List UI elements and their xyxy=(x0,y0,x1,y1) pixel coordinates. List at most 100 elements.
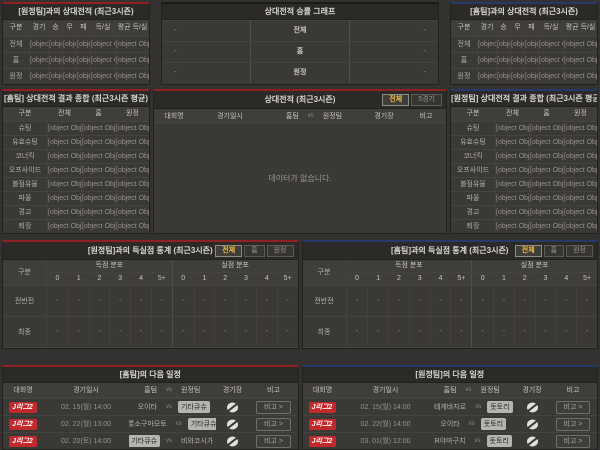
col-header-away: 원정팀 xyxy=(181,387,201,394)
league-badge: J리그2 xyxy=(9,401,37,413)
stat-cell: [object Object] xyxy=(29,69,48,84)
stat-cell: [object Object] xyxy=(563,206,597,219)
stat-cell: [object Object] xyxy=(115,122,149,135)
table-row: 오프사이드 [object Object][object Object][obj… xyxy=(451,163,597,177)
stat-cell: [object Object] xyxy=(524,53,538,68)
stat-cell: - xyxy=(150,286,172,316)
stat-cell: [object Object] xyxy=(495,192,529,205)
league-cell: J리그2 xyxy=(303,418,343,430)
schedule-row: J리그2 02. 15(월) 14:00 테게바자로 vs 돗토리 비고 > xyxy=(302,398,597,415)
row-label: 퇴장 xyxy=(18,223,32,230)
panel-goals-vs-home: [홈팀]과의 득실점 통계 (최근3시즌) 전체 홈 원정 구분 전반전 최종 xyxy=(301,240,598,349)
vs-label: vs xyxy=(307,113,314,119)
table-header-row: 구분 경기 승 무 패 득/실 평균 득/실 xyxy=(3,20,149,36)
col-header: 3 xyxy=(235,273,256,285)
stat-cell: [object Object] xyxy=(524,37,538,52)
vs-label: vs xyxy=(166,387,173,393)
col-header: 3 xyxy=(408,273,430,285)
stat-cell: [object Object] xyxy=(495,122,529,135)
stat-cell: - xyxy=(255,317,277,347)
teams-cell: 오이타 vs 돗토리 xyxy=(429,418,516,430)
home-team-name: 기타큐슈 xyxy=(129,435,161,447)
home-team-name: R야마구치 xyxy=(434,438,466,445)
row-label: 퇴장 xyxy=(466,223,480,230)
league-cell: J리그2 xyxy=(3,435,43,447)
row-summaries: [홈팀] 상대전적 결과 종합 (최근3시즌 평균) 구분 전체 홈 원정 슈팅 [o… xyxy=(2,89,598,234)
stat-cell: - xyxy=(534,286,556,316)
away-team-name: 돗토리 xyxy=(480,418,507,430)
note-button[interactable]: 비고 > xyxy=(256,434,291,448)
note-button[interactable]: 비고 > xyxy=(555,417,591,431)
scope-tab[interactable]: 전체 xyxy=(382,94,410,106)
col-header: 패 xyxy=(76,20,90,36)
stat-cell: [object Object] xyxy=(495,136,529,149)
stat-cell: [object Object] xyxy=(62,37,76,52)
stat-cell: - xyxy=(56,328,59,335)
table-row: 경고 [object Object][object Object][object… xyxy=(3,205,149,219)
col-header: 5+ xyxy=(450,273,471,285)
stat-cell: [object Object] xyxy=(495,220,529,233)
distribution-columns: 득점 분포 실점 분포 0 1 2 3 4 5+ 0 1 2 3 4 5+ ------ xyxy=(346,260,597,348)
scope-tab[interactable]: 원정 xyxy=(566,245,593,257)
scored-cells: ------ xyxy=(347,286,472,316)
stat-cell: - xyxy=(576,286,597,316)
row-label: 전체 xyxy=(9,41,23,48)
stat-cell: [object Object] xyxy=(76,37,90,52)
stat-cell: [object Object] xyxy=(563,150,597,163)
row-label: 코너킥 xyxy=(463,153,483,160)
schedule-header: 대회명 경기일시 홈팀 vs 원정팀 경기장 비고 xyxy=(3,383,298,398)
stat-cell: [object Object] xyxy=(115,164,149,177)
note-button[interactable]: 비고 > xyxy=(256,400,291,414)
col-header: 전체 xyxy=(47,107,81,121)
note-cell: 비고 > xyxy=(250,417,298,431)
vs-label: vs xyxy=(166,404,173,410)
table-row: 유효슈팅 [object Object][object Object][obje… xyxy=(451,135,597,149)
scored-count-headers: 0 1 2 3 4 5+ xyxy=(347,273,472,285)
note-button[interactable]: 비고 > xyxy=(555,434,591,448)
panel-schedule-away: [원정팀]의 다음 일정 대회명 경기일시 홈팀 vs 원정팀 경기장 비고 J… xyxy=(301,365,598,450)
note-button[interactable]: 비고 > xyxy=(555,400,591,414)
col-header: 구분 xyxy=(466,110,480,117)
note-button[interactable]: 비고 > xyxy=(256,417,291,431)
col-header: 홈 xyxy=(81,107,115,121)
stat-cell: [object Object] xyxy=(496,53,510,68)
stadium-icon xyxy=(526,419,538,429)
scope-tab[interactable]: 전체 xyxy=(215,245,243,257)
row-label: 최종 xyxy=(3,317,46,348)
stat-cell: [object Object] xyxy=(115,178,149,191)
goal-distribution-table: 구분 전반전 최종 득점 분포 실점 분포 0 1 2 3 4 5+ 0 1 2 3 4 5+ xyxy=(302,260,597,348)
stat-cell: - xyxy=(355,328,359,335)
stat-cell: - xyxy=(235,317,256,347)
col-header-datetime: 경기일시 xyxy=(372,387,399,394)
col-header: 득/실 xyxy=(538,20,563,36)
stadium-cell xyxy=(515,401,549,414)
league-badge: J리그2 xyxy=(9,418,37,430)
stat-cell: - xyxy=(481,297,484,304)
match-list-header: 대회명 경기일시 홈팀 vs 원정팀 경기장 비고 xyxy=(154,109,446,124)
stat-cell: [object Object] xyxy=(529,206,563,219)
stat-cell: - xyxy=(67,286,89,316)
stat-cell: - xyxy=(388,286,409,316)
scope-tab[interactable]: 홈 xyxy=(244,245,265,257)
home-team-name: 오이타 xyxy=(440,421,460,428)
league-badge: J리그2 xyxy=(9,435,37,447)
panel-title-bar: 상대전적 (최근3시즌) 전체 5경기 xyxy=(154,91,446,109)
scope-tab[interactable]: 홈 xyxy=(543,245,565,257)
col-header-stadium: 경기장 xyxy=(522,387,542,394)
stat-cell: - xyxy=(181,328,185,335)
winrate-right-value: - xyxy=(423,48,426,55)
stat-cell: - xyxy=(109,317,130,347)
stat-cell: - xyxy=(276,317,298,347)
scope-tab[interactable]: 전체 xyxy=(514,245,542,257)
table-row: 퇴장 [object Object][object Object][object… xyxy=(3,219,149,233)
panel-summary-away: [원정팀] 상대전적 결과 종합 (최근3시즌 평균) 구분 전체 홈 원정 슈팅 [… xyxy=(450,89,598,234)
stat-cell: - xyxy=(513,286,535,316)
scope-tab[interactable]: 5경기 xyxy=(411,94,442,106)
panel-summary-home: [홈팀] 상대전적 결과 종합 (최근3시즌 평균) 구분 전체 홈 원정 슈팅 [o… xyxy=(2,89,150,234)
table-row: 코너킥 [object Object][object Object][objec… xyxy=(451,149,597,163)
stat-cell: - xyxy=(130,317,151,347)
scope-tab[interactable]: 원정 xyxy=(266,245,294,257)
col-header-home: 홈팀 xyxy=(443,387,457,394)
col-header: 1 xyxy=(193,273,215,285)
col-header: 원정 xyxy=(563,107,597,121)
